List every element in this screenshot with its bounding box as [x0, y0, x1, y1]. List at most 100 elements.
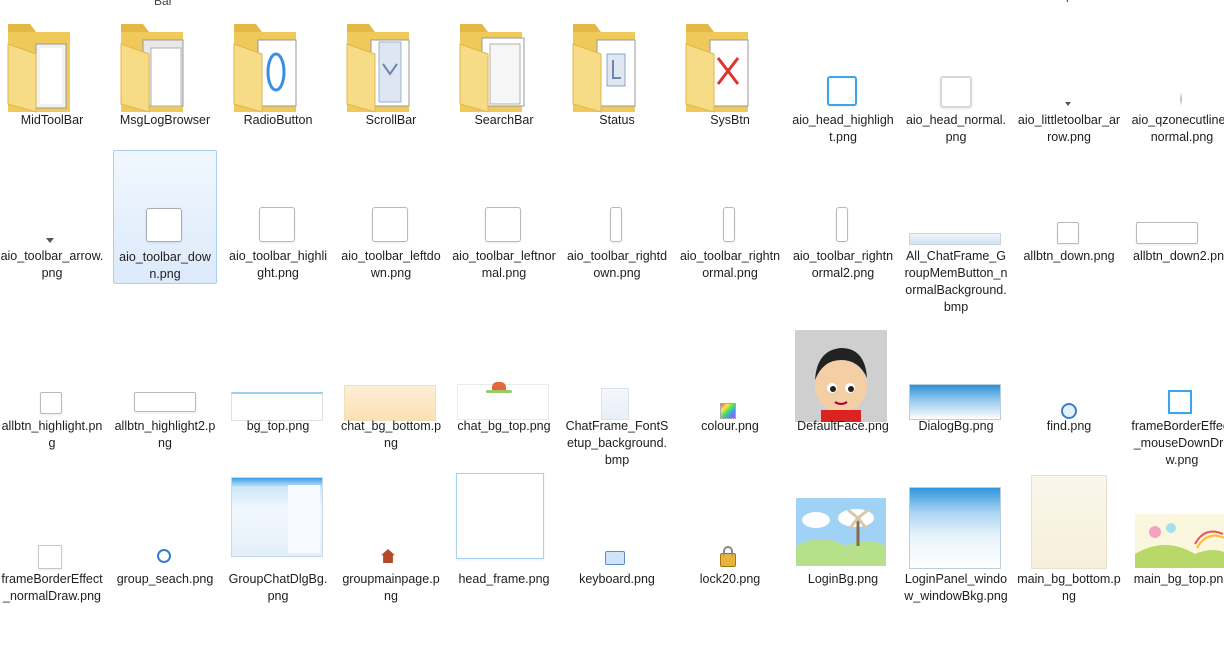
file-item-colour-png[interactable]: colour.png — [678, 320, 782, 460]
file-item-loginpanel-window-windowbkg-png[interactable]: LoginPanel_window_windowBkg.png — [904, 473, 1008, 613]
file-item-radiobutton[interactable]: RadioButton — [226, 14, 330, 154]
image-thumbnail-icon — [1017, 320, 1121, 420]
file-item-groupmainpage-png[interactable]: groupmainpage.png — [339, 473, 443, 613]
file-name-label: allbtn_down.png — [1023, 249, 1115, 263]
partial-label-top-left: Bar — [154, 0, 173, 8]
file-item-lock20-png[interactable]: lock20.png — [678, 473, 782, 613]
file-item-aio-toolbar-arrow-png[interactable]: aio_toolbar_arrow.png — [0, 150, 104, 284]
folder-icon — [339, 14, 443, 114]
file-item-head-frame-png[interactable]: head_frame.png — [452, 473, 556, 613]
file-item-keyboard-png[interactable]: keyboard.png — [565, 473, 669, 613]
file-name-label: aio_toolbar_leftdown.png — [341, 249, 441, 280]
image-thumbnail-icon — [904, 473, 1008, 573]
file-name-label: lock20.png — [699, 572, 761, 586]
file-name-label: colour.png — [701, 419, 759, 433]
image-thumbnail-icon — [791, 320, 895, 422]
file-name-label: LoginPanel_window_windowBkg.png — [904, 572, 1008, 603]
folder-icon — [226, 14, 330, 114]
image-thumbnail-icon — [1017, 150, 1121, 250]
file-name-label: Status — [599, 113, 635, 127]
file-name-label: All_ChatFrame_GroupMemButton_normalBackg… — [904, 249, 1008, 314]
file-name-label: allbtn_highlight2.png — [114, 419, 216, 450]
image-thumbnail-icon — [452, 320, 556, 420]
image-thumbnail-icon — [904, 320, 1008, 420]
file-item-allbtn-highlight-png[interactable]: allbtn_highlight.png — [0, 320, 104, 460]
file-name-label: frameBorderEffect_mouseDownDraw.png — [1131, 419, 1224, 467]
file-name-label: DefaultFace.png — [797, 419, 889, 433]
file-item-aio-toolbar-rightdown-png[interactable]: aio_toolbar_rightdown.png — [565, 150, 669, 284]
folder-icon — [678, 14, 782, 114]
file-name-label: keyboard.png — [579, 572, 655, 586]
file-item-framebordereffect-mousedowndraw-png[interactable]: frameBorderEffect_mouseDownDraw.png — [1130, 320, 1224, 467]
image-thumbnail-icon — [791, 14, 895, 114]
image-thumbnail-icon — [0, 473, 104, 573]
image-thumbnail-icon — [113, 473, 217, 573]
file-item-aio-toolbar-rightnormal2-png[interactable]: aio_toolbar_rightnormal2.png — [791, 150, 895, 284]
file-name-label: ChatFrame_FontSetup_background.bmp — [565, 419, 669, 467]
file-item-chatframe-fontsetup-background-bmp[interactable]: ChatFrame_FontSetup_background.bmp — [565, 320, 669, 467]
file-item-dialogbg-png[interactable]: DialogBg.png — [904, 320, 1008, 460]
file-name-label: aio_toolbar_rightdown.png — [566, 249, 668, 280]
file-item-midtoolbar[interactable]: MidToolBar — [0, 14, 104, 154]
file-item-aio-toolbar-highlight-png[interactable]: aio_toolbar_highlight.png — [226, 150, 330, 284]
file-item-groupchatdlgbg-png[interactable]: GroupChatDlgBg.png — [226, 473, 330, 613]
image-thumbnail-icon — [452, 473, 556, 573]
image-thumbnail-icon — [452, 150, 556, 250]
file-item-loginbg-png[interactable]: LoginBg.png — [791, 473, 895, 613]
file-item-chat-bg-bottom-png[interactable]: chat_bg_bottom.png — [339, 320, 443, 460]
file-item-aio-littletoolbar-arrow-png[interactable]: aio_littletoolbar_arrow.png — [1017, 14, 1121, 154]
file-name-label: aio_littletoolbar_arrow.png — [1017, 113, 1121, 144]
file-item-group-seach-png[interactable]: group_seach.png — [113, 473, 217, 613]
file-name-label: aio_toolbar_highlight.png — [229, 249, 327, 280]
image-thumbnail-icon — [1130, 320, 1224, 420]
file-item-allbtn-down2-png[interactable]: allbtn_down2.png — [1130, 150, 1224, 284]
file-item-aio-toolbar-leftnormal-png[interactable]: aio_toolbar_leftnormal.png — [452, 150, 556, 284]
file-name-label: aio_toolbar_arrow.png — [0, 249, 104, 280]
folder-icon — [452, 14, 556, 114]
file-item-find-png[interactable]: find.png — [1017, 320, 1121, 460]
image-thumbnail-icon — [1130, 473, 1224, 573]
partial-label-top-right: r — [1066, 0, 1070, 5]
file-name-label: aio_toolbar_rightnormal.png — [679, 249, 781, 280]
folder-icon — [113, 14, 217, 114]
file-item-msglogbrowser[interactable]: MsgLogBrowser — [113, 14, 217, 154]
file-name-label: aio_qzonecutline_normal.png — [1131, 113, 1224, 144]
file-name-label: groupmainpage.png — [342, 572, 440, 603]
file-item-searchbar[interactable]: SearchBar — [452, 14, 556, 154]
file-item-scrollbar[interactable]: ScrollBar — [339, 14, 443, 154]
image-thumbnail-icon — [226, 150, 330, 250]
folder-icon — [0, 14, 104, 114]
file-item-all-chatframe-groupmembutton-normalbackground-bmp[interactable]: All_ChatFrame_GroupMemButton_normalBackg… — [904, 150, 1008, 314]
image-thumbnail-icon — [339, 150, 443, 250]
file-name-label: main_bg_top.png — [1133, 572, 1224, 586]
file-item-aio-toolbar-leftdown-png[interactable]: aio_toolbar_leftdown.png — [339, 150, 443, 284]
image-thumbnail-icon — [1017, 14, 1121, 114]
file-item-bg-top-png[interactable]: bg_top.png — [226, 320, 330, 460]
file-item-chat-bg-top-png[interactable]: chat_bg_top.png — [452, 320, 556, 460]
file-item-sysbtn[interactable]: SysBtn — [678, 14, 782, 154]
file-name-label: chat_bg_top.png — [457, 419, 551, 433]
file-name-label: head_frame.png — [458, 572, 550, 586]
file-name-label: allbtn_down2.png — [1133, 249, 1224, 263]
file-item-main-bg-bottom-png[interactable]: main_bg_bottom.png — [1017, 473, 1121, 613]
image-thumbnail-icon — [113, 320, 217, 420]
image-thumbnail-icon — [1130, 14, 1224, 114]
file-item-aio-toolbar-down-png[interactable]: aio_toolbar_down.png — [113, 150, 217, 284]
file-item-aio-head-highlight-png[interactable]: aio_head_highlight.png — [791, 14, 895, 154]
image-thumbnail-icon — [114, 151, 216, 251]
file-item-aio-qzonecutline-normal-png[interactable]: aio_qzonecutline_normal.png — [1130, 14, 1224, 154]
file-item-defaultface-png[interactable]: DefaultFace.png — [791, 320, 895, 460]
file-name-label: DialogBg.png — [918, 419, 994, 433]
file-item-aio-toolbar-rightnormal-png[interactable]: aio_toolbar_rightnormal.png — [678, 150, 782, 284]
file-name-label: aio_toolbar_down.png — [119, 250, 211, 281]
file-item-allbtn-highlight2-png[interactable]: allbtn_highlight2.png — [113, 320, 217, 460]
file-item-main-bg-top-png[interactable]: main_bg_top.png — [1130, 473, 1224, 613]
image-thumbnail-icon — [904, 150, 1008, 250]
file-item-status[interactable]: Status — [565, 14, 669, 154]
file-item-framebordereffect-normaldraw-png[interactable]: frameBorderEffect_normalDraw.png — [0, 473, 104, 613]
file-item-aio-head-normal-png[interactable]: aio_head_normal.png — [904, 14, 1008, 154]
file-name-label: MsgLogBrowser — [119, 113, 211, 127]
file-item-allbtn-down-png[interactable]: allbtn_down.png — [1017, 150, 1121, 284]
folder-icon — [565, 14, 669, 114]
image-thumbnail-icon — [678, 320, 782, 420]
